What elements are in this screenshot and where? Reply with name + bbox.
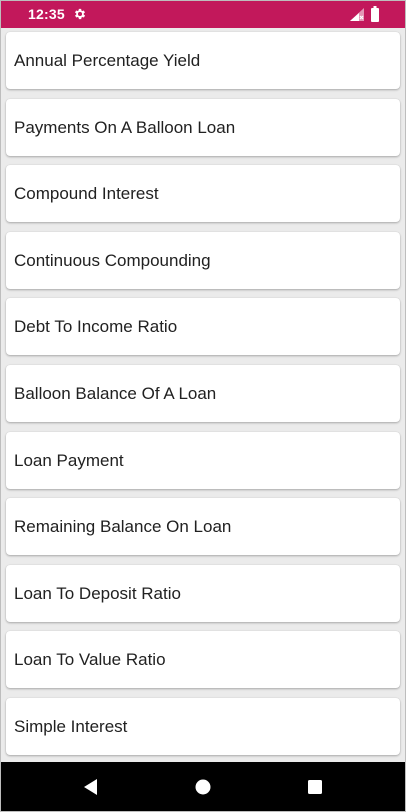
- list-item-simple-interest[interactable]: Simple Interest: [6, 698, 400, 755]
- list-item-label: Annual Percentage Yield: [14, 51, 201, 70]
- list-item-label: Loan To Deposit Ratio: [14, 584, 181, 603]
- home-icon[interactable]: [190, 774, 216, 800]
- list-item-label: Remaining Balance On Loan: [14, 517, 232, 536]
- list-item-label: Debt To Income Ratio: [14, 317, 178, 336]
- list-item-label: Balloon Balance Of A Loan: [14, 384, 217, 403]
- gear-icon: [73, 7, 87, 21]
- list-item-label: Payments On A Balloon Loan: [14, 118, 236, 137]
- list-item-continuous-compounding[interactable]: Continuous Compounding: [6, 232, 400, 289]
- recents-icon[interactable]: [302, 774, 328, 800]
- list-item-loan-to-value-ratio[interactable]: Loan To Value Ratio: [6, 631, 400, 688]
- list-item-label: Loan To Value Ratio: [14, 650, 166, 669]
- list-item-debt-to-income-ratio[interactable]: Debt To Income Ratio: [6, 298, 400, 355]
- status-bar: 12:35: [0, 0, 406, 28]
- battery-icon: [371, 6, 379, 22]
- list-item-balloon-balance-of-a-loan[interactable]: Balloon Balance Of A Loan: [6, 365, 400, 422]
- list-item-loan-to-deposit-ratio[interactable]: Loan To Deposit Ratio: [6, 565, 400, 622]
- status-time: 12:35: [28, 6, 65, 22]
- list-item-label: Continuous Compounding: [14, 251, 211, 270]
- list-item-label: Loan Payment: [14, 451, 124, 470]
- list-item-annual-percentage-yield[interactable]: Annual Percentage Yield: [6, 32, 400, 89]
- list-item-label: Compound Interest: [14, 184, 159, 203]
- list-item-remaining-balance-on-loan[interactable]: Remaining Balance On Loan: [6, 498, 400, 555]
- signal-icon: [350, 8, 364, 21]
- list-item-loan-payment[interactable]: Loan Payment: [6, 432, 400, 489]
- list-item-compound-interest[interactable]: Compound Interest: [6, 165, 400, 222]
- back-icon[interactable]: [78, 774, 104, 800]
- list-item-payments-on-a-balloon-loan[interactable]: Payments On A Balloon Loan: [6, 99, 400, 156]
- navigation-bar: [0, 762, 406, 812]
- list-item-label: Simple Interest: [14, 717, 128, 736]
- calculator-list: Annual Percentage Yield Payments On A Ba…: [0, 28, 406, 762]
